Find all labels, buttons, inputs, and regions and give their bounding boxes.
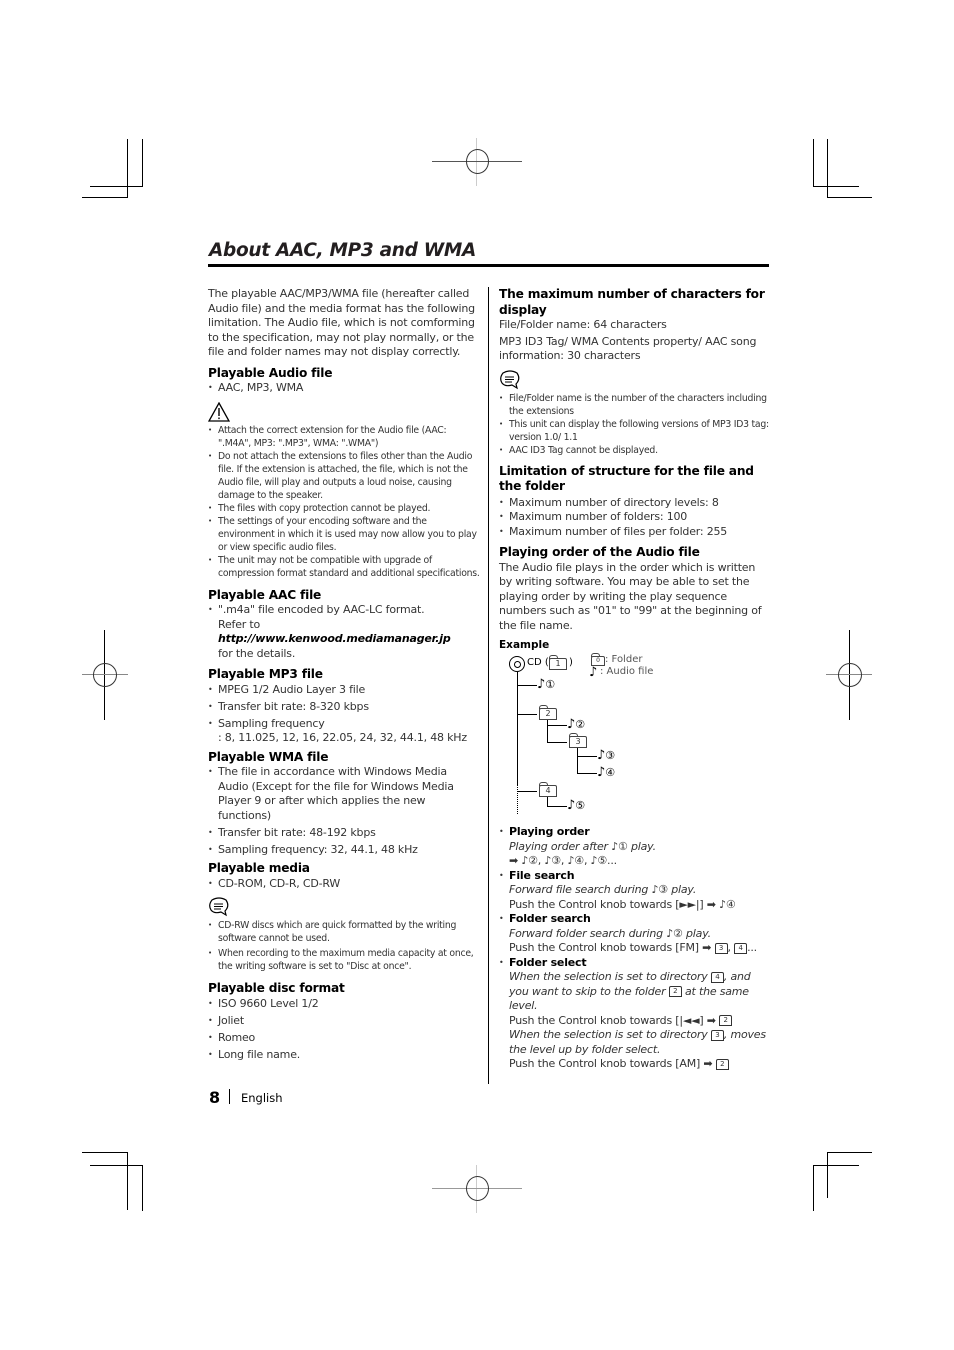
example-label: Example (499, 639, 550, 651)
folder-icon: 2 (539, 705, 557, 720)
section-playable-disc-format: Playable disc format ISO 9660 Level 1/2 … (208, 981, 480, 1062)
section-playable-wma-file: Playable WMA file The file in accordance… (208, 750, 480, 858)
folder-icon: 2 (719, 1015, 733, 1026)
operation-folder-search: Folder search Forward folder search duri… (499, 912, 771, 956)
audio-file-icon: ♪④ (597, 765, 616, 780)
operation-file-search: File search Forward file search during ♪… (499, 869, 771, 913)
caution-item: The unit may not be compatible with upgr… (208, 554, 480, 580)
audio-file-icon: ♪⑤ (567, 798, 586, 813)
list-item: CD-ROM, CD-R, CD-RW (208, 877, 480, 892)
caution-item: Attach the correct extension for the Aud… (208, 424, 480, 450)
note-list: File/Folder name is the number of the ch… (499, 392, 771, 457)
folder-icon: 4 (710, 971, 724, 983)
folder-icon: 3 (714, 942, 728, 954)
list-item: Maximum number of directory levels: 8 (499, 496, 771, 511)
section-heading: Playable media (208, 861, 310, 875)
kenwood-link[interactable]: http://www.kenwood.mediamanager.jp (218, 632, 451, 645)
list-item: ".m4a" file encoded by AAC-LC format. Re… (208, 603, 480, 661)
body-paragraph: The Audio file plays in the order which … (499, 560, 762, 632)
note-item: When recording to the maximum media capa… (208, 947, 480, 973)
list-item: ISO 9660 Level 1/2 (208, 997, 480, 1012)
list-item: Sampling frequency: 32, 44.1, 48 kHz (208, 843, 480, 858)
operation-playing-order: Playing order Playing order after ♪① pla… (499, 825, 771, 869)
folder-icon: 2 (715, 1058, 729, 1070)
intro-paragraph: The playable AAC/MP3/WMA file (hereafter… (208, 287, 475, 358)
section-heading: Playable WMA file (208, 749, 329, 764)
list-item: Maximum number of files per folder: 255 (499, 525, 771, 540)
section-max-characters: The maximum number of characters for dis… (499, 287, 771, 457)
body-line: MP3 ID3 Tag/ WMA Contents property/ AAC … (499, 334, 757, 363)
caution-item: The settings of your encoding software a… (208, 515, 480, 554)
list-item: MPEG 1/2 Audio Layer 3 file (208, 683, 480, 698)
title-rule (208, 264, 769, 267)
folder-icon: 1 (549, 655, 567, 670)
folder-icon: 4 (734, 942, 748, 954)
list-item: Joliet (208, 1014, 480, 1029)
list-item: Romeo (208, 1031, 480, 1046)
note-item: AAC ID3 Tag cannot be displayed. (499, 444, 771, 457)
section-heading: Playable disc format (208, 981, 345, 995)
right-column: The maximum number of characters for dis… (499, 287, 771, 1072)
section-heading: Playable AAC file (208, 587, 322, 602)
section-heading: Playable Audio file (208, 365, 333, 380)
page-number: 8 (209, 1088, 221, 1107)
folder-icon: 2 (668, 986, 682, 997)
list-item: The file in accordance with Windows Medi… (208, 765, 480, 823)
list-item: Maximum number of folders: 100 (499, 510, 771, 525)
legend-audio-file-label: : Audio file (600, 666, 654, 677)
caution-item: The files with copy protection cannot be… (208, 502, 480, 515)
operation-list: Playing order Playing order after ♪① pla… (499, 825, 771, 1072)
legend-audio-file-icon: ♪ (589, 665, 598, 680)
legend-folder-label: : Folder (605, 654, 643, 665)
footer-divider (229, 1089, 230, 1104)
folder-icon: 3 (710, 1029, 724, 1041)
section-playable-media: Playable media CD-ROM, CD-R, CD-RW CD-RW… (208, 861, 480, 973)
list-item: Sampling frequency: 8, 11.025, 12, 16, 2… (208, 717, 480, 746)
folder-icon: 3 (569, 733, 587, 748)
cd-root-label: CD ( (527, 657, 549, 668)
page-title: About AAC, MP3 and WMA (209, 240, 476, 261)
column-divider (488, 287, 489, 1084)
section-heading: Limitation of structure for the file and… (499, 463, 754, 494)
list-item: Long file name. (208, 1048, 480, 1063)
audio-file-icon: ♪③ (597, 748, 616, 763)
note-bubble-icon (500, 369, 520, 389)
section-structure-limitation: Limitation of structure for the file and… (499, 464, 771, 540)
note-item: This unit can display the following vers… (499, 418, 771, 444)
folder-tree-diagram: CD ( 1 ) 0 : Folder ♪ : Audio file ♪① 2 … (499, 651, 769, 814)
cd-disc-icon (509, 656, 525, 672)
audio-file-icon: ♪① (537, 677, 556, 692)
section-playing-order: Playing order of the Audio file The Audi… (499, 545, 771, 821)
note-item: CD-RW discs which are quick formatted by… (208, 919, 480, 945)
section-playable-audio-file: Playable Audio file AAC, MP3, WMA Attach… (208, 366, 480, 580)
caution-list: Attach the correct extension for the Aud… (208, 424, 480, 580)
operation-folder-select: Folder select When the selection is set … (499, 956, 771, 1072)
body-line: File/Folder name: 64 characters (499, 318, 667, 331)
note-item: File/Folder name is the number of the ch… (499, 392, 771, 418)
folder-icon: 4 (539, 782, 557, 797)
section-playable-mp3-file: Playable MP3 file MPEG 1/2 Audio Layer 3… (208, 667, 480, 746)
note-bubble-icon (209, 897, 229, 917)
list-item: Transfer bit rate: 8-320 kbps (208, 700, 480, 715)
left-column: The playable AAC/MP3/WMA file (hereafter… (208, 287, 480, 1065)
list-item: Transfer bit rate: 48-192 kbps (208, 826, 480, 841)
section-heading: Playing order of the Audio file (499, 545, 700, 559)
section-heading: The maximum number of characters for dis… (499, 287, 765, 317)
audio-file-icon: ♪② (567, 717, 586, 732)
section-heading: Playable MP3 file (208, 667, 323, 681)
note-list: CD-RW discs which are quick formatted by… (208, 919, 480, 973)
footer-language: English (241, 1091, 283, 1105)
section-playable-aac-file: Playable AAC file ".m4a" file encoded by… (208, 588, 480, 662)
warning-triangle-icon (208, 401, 230, 422)
caution-item: Do not attach the extensions to files ot… (208, 450, 480, 502)
list-item: AAC, MP3, WMA (208, 381, 480, 396)
